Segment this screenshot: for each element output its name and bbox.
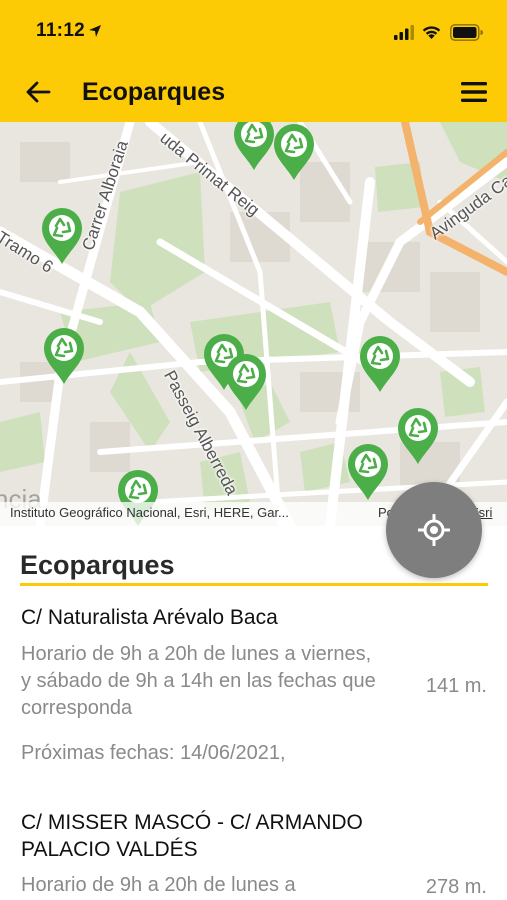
list-item-dates: Próximas fechas: 14/06/2021, xyxy=(21,742,286,764)
list-item-name[interactable]: C/ Naturalista Arévalo Baca xyxy=(21,604,278,631)
page-title: Ecoparques xyxy=(82,78,226,106)
location-arrow-icon xyxy=(89,25,101,37)
list-item-name[interactable]: C/ MISSER MASCÓ - C/ ARMANDO PALACIO VAL… xyxy=(21,809,401,863)
wifi-icon xyxy=(422,26,441,39)
cellular-signal-icon xyxy=(394,25,414,40)
arrow-left-icon xyxy=(26,81,51,103)
recycling-pin-icon[interactable] xyxy=(42,326,86,386)
list-item-distance: 278 m. xyxy=(425,876,487,898)
list-item-distance: 141 m. xyxy=(425,675,487,697)
crosshair-icon xyxy=(418,514,450,546)
recycling-pin-icon[interactable] xyxy=(396,406,440,466)
list-item-description: Horario de 9h a 20h de lunes a viernes, … xyxy=(21,643,376,719)
title-underline xyxy=(20,583,488,586)
hamburger-menu-icon xyxy=(461,82,487,102)
status-time: 11:12 xyxy=(36,20,86,41)
recycling-pin-icon[interactable] xyxy=(358,334,402,394)
map-view[interactable]: uda Primat Reig Carrer Alboraia Tramo 6 … xyxy=(0,122,507,526)
back-button[interactable] xyxy=(22,76,54,108)
locate-me-button[interactable] xyxy=(386,482,482,578)
recycling-pin-icon[interactable] xyxy=(232,122,276,172)
attribution-text: Instituto Geográfico Nacional, Esri, HER… xyxy=(10,505,289,520)
battery-icon xyxy=(450,24,483,41)
menu-button[interactable] xyxy=(457,76,491,108)
recycling-pin-icon[interactable] xyxy=(346,442,390,502)
list-title: Ecoparques xyxy=(20,550,175,580)
app-header: 11:12 Ecoparques xyxy=(0,0,507,122)
list-item-description: Horario de 9h a 20h de lunes a xyxy=(21,874,296,896)
recycling-pin-icon[interactable] xyxy=(40,206,84,266)
recycling-pin-icon[interactable] xyxy=(224,352,268,412)
status-bar: 11:12 xyxy=(0,0,507,64)
recycling-pin-icon[interactable] xyxy=(272,122,316,182)
